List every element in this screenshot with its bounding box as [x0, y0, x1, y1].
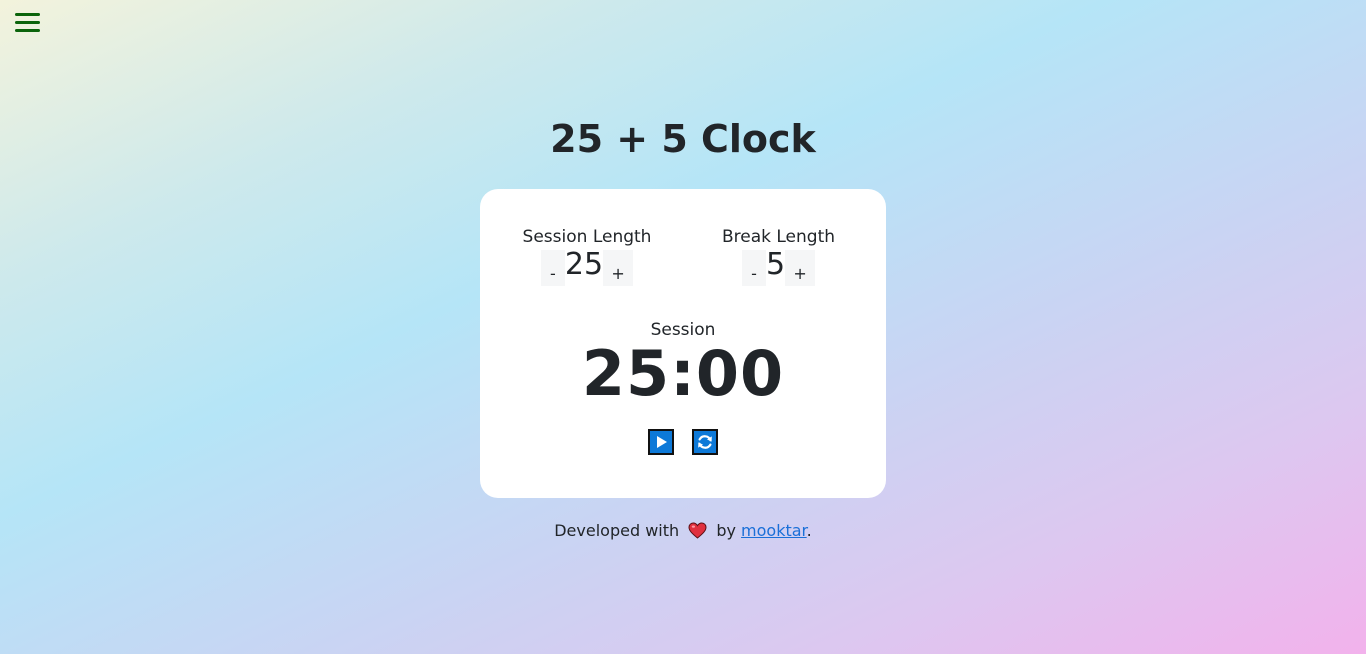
- session-length-label: Session Length: [522, 227, 652, 247]
- session-length-control: Session Length - 25 +: [517, 225, 657, 287]
- start-stop-button[interactable]: [648, 429, 674, 455]
- break-decrement-button[interactable]: -: [741, 250, 766, 286]
- author-link[interactable]: mooktar: [741, 521, 807, 540]
- hamburger-menu-button[interactable]: [15, 12, 41, 34]
- menu-bar: [15, 29, 40, 32]
- session-stepper: - 25 +: [517, 249, 657, 287]
- page-title: 25 + 5 Clock: [550, 117, 816, 161]
- menu-bar: [15, 21, 40, 24]
- session-increment-button[interactable]: +: [603, 250, 634, 286]
- reset-button[interactable]: [692, 429, 718, 455]
- break-increment-button[interactable]: +: [785, 250, 816, 286]
- refresh-icon: [698, 435, 712, 449]
- break-stepper: - 5 +: [716, 249, 841, 287]
- footer-suffix: .: [806, 521, 812, 540]
- timer-controls: [480, 429, 886, 455]
- break-length-label: Break Length: [721, 227, 836, 247]
- timer-display: Session 25:00: [480, 319, 886, 409]
- session-length-value: 25: [564, 247, 604, 282]
- session-decrement-button[interactable]: -: [540, 250, 565, 286]
- footer: Developed with by mooktar.: [0, 519, 1366, 546]
- time-left: 25:00: [581, 337, 785, 410]
- footer-prefix: Developed with: [554, 521, 680, 540]
- heart-icon: [688, 522, 707, 546]
- footer-middle: by: [716, 521, 736, 540]
- clock-card: Session Length - 25 + Break Length - 5 +…: [480, 189, 886, 498]
- menu-bar: [15, 13, 40, 16]
- break-length-control: Break Length - 5 +: [716, 225, 841, 287]
- break-length-value: 5: [765, 247, 786, 282]
- play-icon: [657, 436, 667, 448]
